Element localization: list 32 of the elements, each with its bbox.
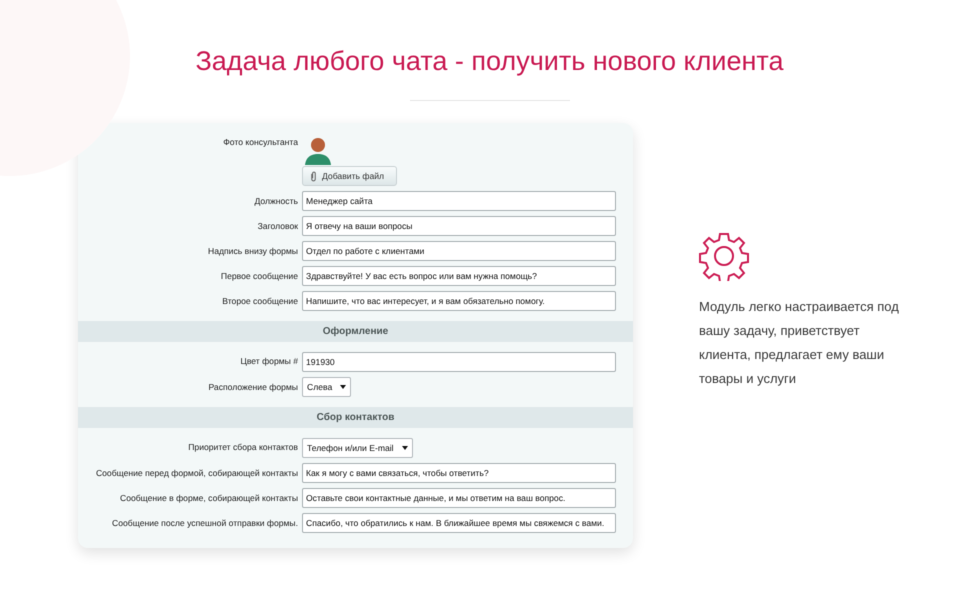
field-label: Должность <box>253 196 298 206</box>
caret-icon <box>402 446 408 450</box>
section-header: Оформление <box>78 321 633 342</box>
gear-icon <box>699 231 749 281</box>
field-label: Цвет формы # <box>239 355 298 366</box>
field-label: Надпись внизу формы <box>207 246 298 256</box>
field-label: Сообщение в форме, собирающей контакты <box>118 493 298 503</box>
feature-description: Модуль легко настраивается под вашу задачу, приветствует клиента, предлагает ему ваши товары и услуги <box>699 298 900 388</box>
text-field[interactable]: Как я могу с вами связаться, чтобы ответить? <box>302 463 616 483</box>
field-label: Первое сообщение <box>220 271 298 281</box>
section-header: Сбор контактов <box>78 407 633 428</box>
field-label: Расположение формы <box>207 382 298 392</box>
field-label: Заголовок <box>256 221 298 231</box>
text-field[interactable]: 191930 <box>302 352 616 372</box>
text-field[interactable]: Здравствуйте! У вас есть вопрос или вам нужна помощь? <box>302 266 616 286</box>
paperclip-icon <box>310 170 317 182</box>
dropdown[interactable]: Телефон и/или E-mail <box>302 438 413 458</box>
text-field[interactable]: Спасибо, что обратились к нам. В ближайшее время мы свяжемся с вами. <box>302 513 616 533</box>
field-label: Фото консультанта <box>222 136 298 147</box>
field-label: Сообщение перед формой, собирающей контакты <box>94 468 298 478</box>
text-field[interactable]: Отдел по работе с клиентами <box>302 241 616 261</box>
text-field[interactable]: Менеджер сайта <box>302 191 616 211</box>
add-file-button[interactable]: Добавить файл <box>302 166 397 186</box>
field-label: Приоритет сбора контактов <box>187 441 298 452</box>
text-field[interactable]: Напишите, что вас интересует, и я вам обязательно помогу. <box>302 291 616 311</box>
text-field[interactable]: Я отвечу на ваши вопросы <box>302 216 616 236</box>
page-heading: Задача любого чата - получить нового клиента <box>194 46 784 77</box>
field-label: Второе сообщение <box>221 296 298 306</box>
dropdown[interactable]: Слева <box>302 377 352 397</box>
text-field[interactable]: Оставьте свои контактные данные, и мы ответим на ваш вопрос. <box>302 488 616 508</box>
caret-icon <box>340 385 346 389</box>
field-label: Сообщение после успешной отправки формы. <box>111 518 298 528</box>
